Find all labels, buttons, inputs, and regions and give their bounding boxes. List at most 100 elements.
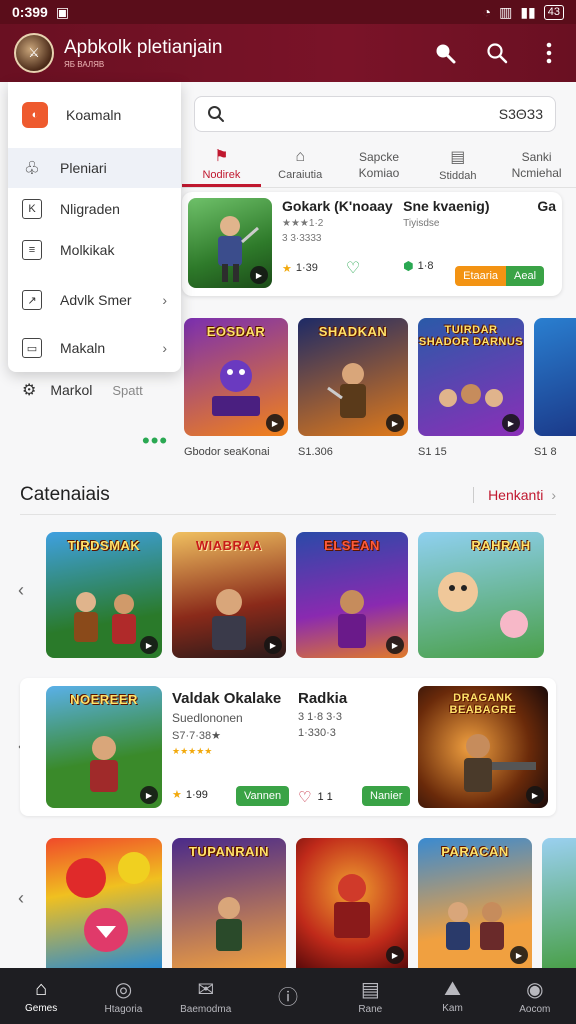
install-button[interactable]: Vannen bbox=[236, 786, 290, 806]
notification-icon: ▣ bbox=[55, 3, 70, 20]
see-all-link[interactable]: Henkanti › bbox=[473, 487, 556, 503]
game-thumbnail[interactable]: PARACAN ▶ bbox=[418, 838, 532, 968]
app-logo[interactable]: ⚔ bbox=[14, 33, 54, 73]
game-title-art: WIABRAA bbox=[195, 538, 263, 553]
search-outline-icon[interactable] bbox=[484, 40, 510, 66]
card-icon: ▭ bbox=[22, 338, 42, 358]
heart-icon[interactable]: ♡ bbox=[346, 258, 360, 278]
heart-icon[interactable]: ♡ bbox=[298, 788, 311, 806]
market-row[interactable]: ⚙ Markol Spatt bbox=[22, 380, 143, 400]
list-item-sub: Suedlononen bbox=[172, 711, 243, 725]
search-bar[interactable]: S3ΘЗ3 bbox=[194, 96, 556, 132]
game-thumbnail[interactable]: WIABRAA ▶ bbox=[172, 532, 286, 658]
game-thumbnail[interactable]: ▶ bbox=[296, 838, 408, 968]
drawer-label: Advlk Smer bbox=[60, 292, 132, 308]
drawer-item-makaln[interactable]: ▭ Makaln › bbox=[8, 328, 181, 368]
orange-button[interactable]: Etaaria bbox=[455, 266, 507, 286]
game-title-art: DRAGANK BEABAGRE bbox=[449, 692, 517, 716]
character-illustration bbox=[66, 852, 150, 952]
tab-sapcke[interactable]: Sapcke Komiao bbox=[340, 142, 419, 187]
scroll-left-icon[interactable]: ‹ bbox=[18, 888, 24, 909]
game-thumbnail[interactable]: DRAGANK BEABAGRE ▶ bbox=[418, 686, 548, 808]
featured-card[interactable]: ▶ Gokark (K'noaay ★★★1·2 3 3·3333 ★ 1·39… bbox=[182, 192, 562, 296]
game-thumbnail[interactable] bbox=[542, 838, 576, 968]
drawer-label: Makaln bbox=[60, 340, 106, 356]
list-item-meta: S7·7·38★ bbox=[172, 730, 221, 742]
green-button[interactable]: Aeal bbox=[506, 266, 545, 286]
nav-kam[interactable]: ⛰ Kam bbox=[411, 968, 493, 1024]
game-title-art: RAHRAH bbox=[471, 538, 531, 553]
shield-icon: ⬢ bbox=[403, 259, 414, 273]
wifi-icon: ◔ bbox=[482, 4, 492, 20]
drawer-label: Pleniari bbox=[60, 160, 107, 176]
featured-thumbnail[interactable]: ▶ bbox=[188, 198, 272, 288]
home-icon: ⌂ bbox=[295, 148, 306, 165]
battery-icon: 43 bbox=[543, 4, 564, 20]
tab-label: Sapcke Komiao bbox=[358, 149, 400, 180]
nav-games[interactable]: ⌂ Gemes bbox=[0, 968, 82, 1024]
drawer-label: Molkikak bbox=[60, 242, 115, 258]
play-badge-icon: ▶ bbox=[140, 786, 158, 804]
section-title: Catenaiais bbox=[20, 484, 110, 505]
tab-nodirek[interactable]: ⚑ Nodirek bbox=[182, 142, 261, 187]
list-item-info-2[interactable]: Radkia 3 1·8 3·3 1·330·3 bbox=[298, 690, 408, 739]
search-code: S3ΘЗ3 bbox=[498, 106, 543, 122]
rating-value: 1·99 bbox=[185, 788, 208, 801]
game-thumbnail[interactable]: TUIRDAR SHADOR DARNUS ▶ bbox=[418, 318, 524, 436]
game-thumbnail[interactable]: NOEREER ▶ bbox=[46, 686, 162, 808]
search-icon[interactable] bbox=[432, 40, 458, 66]
signal-icon: ▮▮ bbox=[520, 3, 536, 20]
game-title-art: SHADKAN bbox=[318, 324, 388, 339]
more-vert-icon[interactable] bbox=[536, 40, 562, 66]
game-thumbnail[interactable]: ELSEAN ▶ bbox=[296, 532, 408, 658]
nav-center[interactable]: ⓘ bbox=[247, 968, 329, 1024]
tab-label: Stiddah bbox=[439, 170, 477, 182]
chevron-right-icon: › bbox=[551, 487, 556, 503]
drawer-item-nligraden[interactable]: K Nligraden bbox=[8, 189, 181, 229]
play-badge-icon: ▶ bbox=[502, 414, 520, 432]
drawer-item-pleniari[interactable]: ♧ Pleniari bbox=[8, 148, 181, 188]
search-input[interactable] bbox=[233, 106, 499, 122]
drawer-item-molkikak[interactable]: ≡ Molkikak bbox=[8, 230, 181, 270]
list-item-meta: 1·330·3 bbox=[298, 727, 336, 739]
game-caption: S1.306 bbox=[298, 446, 333, 458]
gamepad-icon: ⚙ bbox=[22, 382, 37, 399]
more-dots-icon[interactable]: ••• bbox=[142, 428, 168, 454]
scroll-left-icon[interactable]: ‹ bbox=[18, 580, 24, 601]
play-badge-icon: ▶ bbox=[526, 786, 544, 804]
game-thumbnail[interactable] bbox=[534, 318, 576, 436]
game-thumbnail[interactable]: RAHRAH bbox=[418, 532, 544, 658]
list-icon: ≡ bbox=[22, 240, 42, 260]
nav-mail[interactable]: ✉ Baemodma bbox=[165, 968, 247, 1024]
install-button-2[interactable]: Nanier bbox=[362, 786, 411, 806]
status-time: 0:399 bbox=[12, 4, 48, 20]
game-thumbnail[interactable]: SHADKAN ▶ bbox=[298, 318, 408, 436]
nav-drawer: ◐ Koamaln ♧ Pleniari K Nligraden ≡ Molki… bbox=[8, 82, 181, 372]
play-badge-icon: ▶ bbox=[386, 946, 404, 964]
nav-label: Aocom bbox=[519, 1004, 551, 1015]
tab-sanki[interactable]: Sanki Ncmiehal bbox=[497, 142, 576, 187]
nav-account[interactable]: ◉ Aocom bbox=[494, 968, 576, 1024]
game-title-art: TUPANRAIN bbox=[188, 844, 270, 859]
game-thumbnail[interactable] bbox=[46, 838, 162, 968]
info-circle-icon: ⓘ bbox=[277, 986, 298, 1009]
game-thumbnail[interactable]: EOSDAR ▶ bbox=[184, 318, 288, 436]
market-label: Markol bbox=[50, 382, 93, 398]
tab-label: Nodirek bbox=[202, 168, 241, 181]
bottom-nav: ⌂ Gemes ◎ Htagoria ✉ Baemodma ⓘ ▤ Rane ⛰… bbox=[0, 968, 576, 1024]
tab-stiddah[interactable]: ▤ Stiddah bbox=[418, 142, 497, 187]
game-thumbnail[interactable]: TIRDSMAK ▶ bbox=[46, 532, 162, 658]
map-icon: ⛰ bbox=[444, 978, 461, 1000]
nav-rane[interactable]: ▤ Rane bbox=[329, 968, 411, 1024]
list-item-info[interactable]: Valdak Okalake Suedlononen S7·7·38★ ★★★★… bbox=[172, 690, 292, 757]
play-badge-icon: ▶ bbox=[386, 414, 404, 432]
star-icon: ★ bbox=[172, 789, 182, 801]
game-thumbnail[interactable]: TUPANRAIN bbox=[172, 838, 286, 968]
game-title-art: TUIRDAR SHADOR DARNUS bbox=[418, 324, 524, 348]
nav-label: Baemodma bbox=[180, 1004, 232, 1015]
nav-categories[interactable]: ◎ Htagoria bbox=[82, 968, 164, 1024]
drawer-item-advlk[interactable]: ↗ Advlk Smer › bbox=[8, 280, 181, 320]
divider bbox=[20, 514, 556, 515]
drawer-item-brand[interactable]: ◐ Koamaln bbox=[8, 83, 181, 147]
tab-caraiutia[interactable]: ⌂ Caraiutia bbox=[261, 142, 340, 187]
